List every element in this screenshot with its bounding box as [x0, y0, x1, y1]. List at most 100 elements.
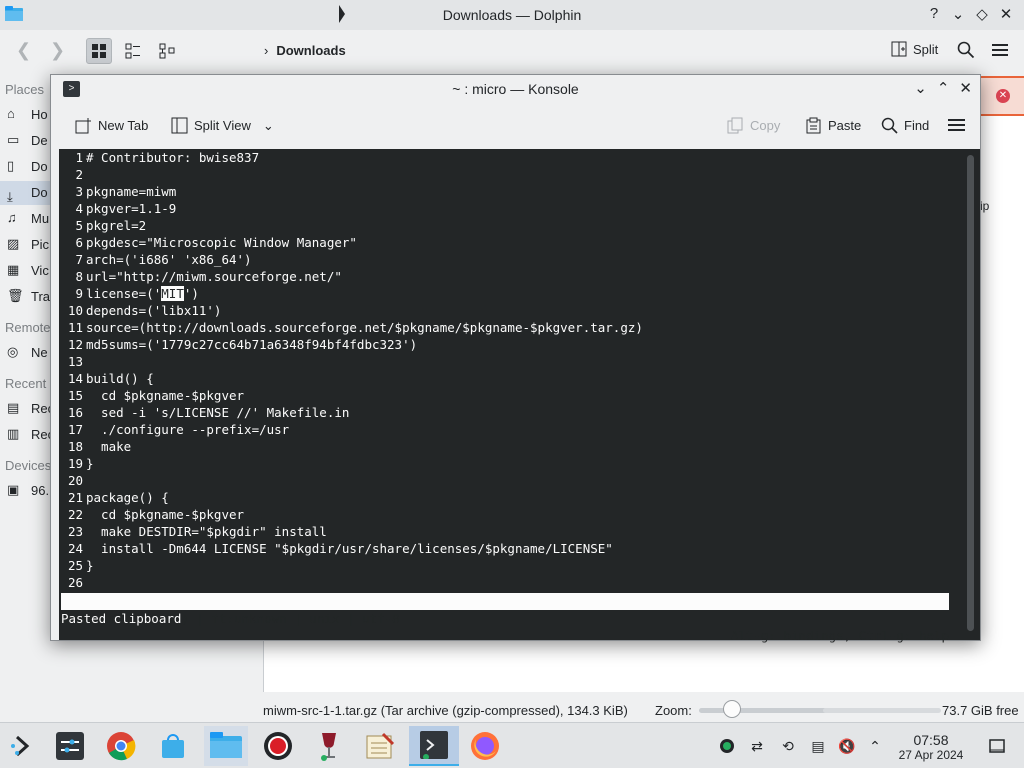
- editor-line[interactable]: 17 ./configure --prefix=/usr: [59, 421, 959, 438]
- tray-expand-icon[interactable]: ⌃: [866, 737, 884, 755]
- split-button[interactable]: Split: [891, 41, 938, 57]
- places-item-device[interactable]: ▣ 96.: [7, 482, 49, 498]
- zoom-slider-handle[interactable]: [723, 700, 741, 718]
- clock[interactable]: 07:58 27 Apr 2024: [893, 732, 969, 762]
- new-tab-button[interactable]: New Tab: [75, 117, 148, 134]
- editor-line[interactable]: 15 cd $pkgname-$pkgver: [59, 387, 959, 404]
- editor-line[interactable]: 14 build() {: [59, 370, 959, 387]
- terminal-area[interactable]: 1 # Contributor: bwise837 2 3 pkgname=miwm 4 p…: [59, 149, 980, 643]
- hamburger-menu-icon[interactable]: [991, 42, 1009, 58]
- keep-above-icon[interactable]: ◇: [974, 5, 990, 23]
- maximize-icon[interactable]: ⌃: [937, 79, 950, 97]
- editor-line[interactable]: 20: [59, 472, 959, 489]
- places-item-recent-files[interactable]: ▤ Rec: [7, 400, 54, 416]
- line-text: make: [86, 439, 132, 454]
- line-text: [83, 353, 86, 370]
- editor-line[interactable]: 11 source=(http://downloads.sourceforge.n…: [59, 319, 959, 336]
- editor-line[interactable]: 16 sed -i 's/LICENSE //' Makefile.in: [59, 404, 959, 421]
- editor-line[interactable]: 22 cd $pkgname-$pkgver: [59, 506, 959, 523]
- status-indicator-icon[interactable]: [718, 737, 736, 755]
- terminal-scrollbar[interactable]: [967, 155, 974, 631]
- clipboard-icon[interactable]: ▤: [809, 737, 827, 755]
- places-item-music[interactable]: ♫ Mu: [7, 210, 49, 226]
- line-text: arch=('i686' 'x86_64'): [86, 252, 252, 267]
- error-close-icon[interactable]: ✕: [996, 89, 1010, 103]
- places-item-home[interactable]: ⌂ Ho: [7, 106, 48, 122]
- task-recorder[interactable]: [256, 726, 300, 766]
- compact-view-button[interactable]: [120, 38, 146, 64]
- copy-button[interactable]: Copy: [727, 117, 780, 134]
- editor-line[interactable]: 12 md5sums=('1779c27cc64b71a6348f94bf4fdb…: [59, 336, 959, 353]
- store-bag-icon: [162, 734, 184, 758]
- kde-connect-icon[interactable]: ⇄: [748, 737, 766, 755]
- editor-line[interactable]: 6 pkgdesc="Microscopic Window Manager": [59, 234, 959, 251]
- task-dolphin[interactable]: [204, 726, 248, 766]
- line-text: sed -i 's/LICENSE //' Makefile.in: [86, 405, 350, 420]
- find-button[interactable]: Find: [881, 117, 929, 134]
- editor-line[interactable]: 9 license=('MIT'): [59, 285, 959, 302]
- task-text-editor[interactable]: [358, 726, 402, 766]
- updates-icon[interactable]: ⟲: [779, 737, 797, 755]
- devices-header: Devices: [5, 458, 52, 473]
- line-text: depends=('libx11'): [86, 303, 222, 318]
- chevron-down-icon: ⌄: [262, 117, 274, 133]
- editor-line[interactable]: 10 depends=('libx11'): [59, 302, 959, 319]
- editor-line[interactable]: 23 make DESTDIR="$pkgdir" install: [59, 523, 959, 540]
- line-number: 8: [75, 269, 83, 284]
- app-launcher-button[interactable]: [0, 726, 44, 766]
- minimize-icon[interactable]: ⌄: [914, 79, 927, 97]
- places-item-pictures[interactable]: ▨ Pic: [7, 236, 49, 252]
- editor-line[interactable]: 24 install -Dm644 LICENSE "$pkgdir/usr/s…: [59, 540, 959, 557]
- icons-view-button[interactable]: [86, 38, 112, 64]
- editor-line[interactable]: 4 pkgver=1.1-9: [59, 200, 959, 217]
- editor-line[interactable]: 19}: [59, 455, 959, 472]
- places-item-network[interactable]: ◎ Ne: [7, 344, 48, 360]
- editor-line[interactable]: 1 # Contributor: bwise837: [59, 149, 959, 166]
- chevron-right-icon: ›: [264, 43, 269, 58]
- breadcrumb[interactable]: › Downloads: [264, 43, 346, 58]
- paste-button[interactable]: Paste: [805, 117, 861, 134]
- places-item-recent-locations[interactable]: ▥ Rec: [7, 426, 54, 442]
- volume-muted-icon[interactable]: 🔇: [838, 737, 856, 755]
- editor-line[interactable]: 2: [59, 166, 959, 183]
- editor-line[interactable]: 25}: [59, 557, 959, 574]
- editor-line[interactable]: 21 package() {: [59, 489, 959, 506]
- task-chrome[interactable]: [99, 726, 143, 766]
- konsole-titlebar[interactable]: > ~ : micro — Konsole ⌄ ⌃ ✕: [51, 75, 980, 103]
- breadcrumb-downloads[interactable]: Downloads: [276, 43, 345, 58]
- places-item-trash[interactable]: 🗑 Tra: [7, 288, 50, 304]
- editor-line[interactable]: 18 make: [59, 438, 959, 455]
- task-wine[interactable]: [307, 726, 351, 766]
- line-number: 12: [67, 337, 83, 352]
- micro-message: Pasted clipboard: [61, 611, 182, 626]
- task-system-settings[interactable]: [48, 726, 92, 766]
- editor-line[interactable]: 26: [59, 574, 959, 591]
- help-icon[interactable]: ?: [926, 5, 942, 23]
- hamburger-menu-icon[interactable]: [948, 118, 965, 133]
- close-icon[interactable]: ✕: [959, 79, 972, 97]
- folder-icon: [210, 732, 242, 758]
- editor-line[interactable]: 8 url="http://miwm.sourceforge.net/": [59, 268, 959, 285]
- task-discover[interactable]: [151, 726, 195, 766]
- editor-line[interactable]: 13: [59, 353, 959, 370]
- show-desktop-icon[interactable]: [988, 737, 1006, 755]
- task-firefox[interactable]: [463, 726, 507, 766]
- split-view-button[interactable]: Split View ⌄: [171, 117, 274, 134]
- task-konsole[interactable]: [409, 726, 459, 766]
- places-item-desktop[interactable]: ▭ De: [7, 132, 48, 148]
- places-item-videos[interactable]: ▦ Vic: [7, 262, 49, 278]
- editor-line[interactable]: 5 pkgrel=2: [59, 217, 959, 234]
- forward-icon[interactable]: ❯: [50, 40, 65, 61]
- details-view-button[interactable]: [154, 38, 180, 64]
- drive-icon: ▣: [7, 482, 20, 497]
- micro-editor-buffer[interactable]: 1 # Contributor: bwise837 2 3 pkgname=miwm 4 p…: [59, 149, 959, 591]
- editor-line[interactable]: 3 pkgname=miwm: [59, 183, 959, 200]
- editor-line[interactable]: 7 arch=('i686' 'x86_64'): [59, 251, 959, 268]
- dolphin-titlebar[interactable]: Downloads — Dolphin ? ⌄ ◇ ✕: [0, 0, 1024, 30]
- close-icon[interactable]: ✕: [998, 5, 1014, 23]
- places-item-documents[interactable]: ▯ Do: [7, 158, 48, 174]
- search-icon[interactable]: [957, 41, 975, 59]
- minimize-icon[interactable]: ⌄: [950, 5, 966, 23]
- back-icon[interactable]: ❮: [16, 40, 31, 61]
- micro-status-right: Alt-g: bindings, Ctrl-g: help: [730, 628, 949, 643]
